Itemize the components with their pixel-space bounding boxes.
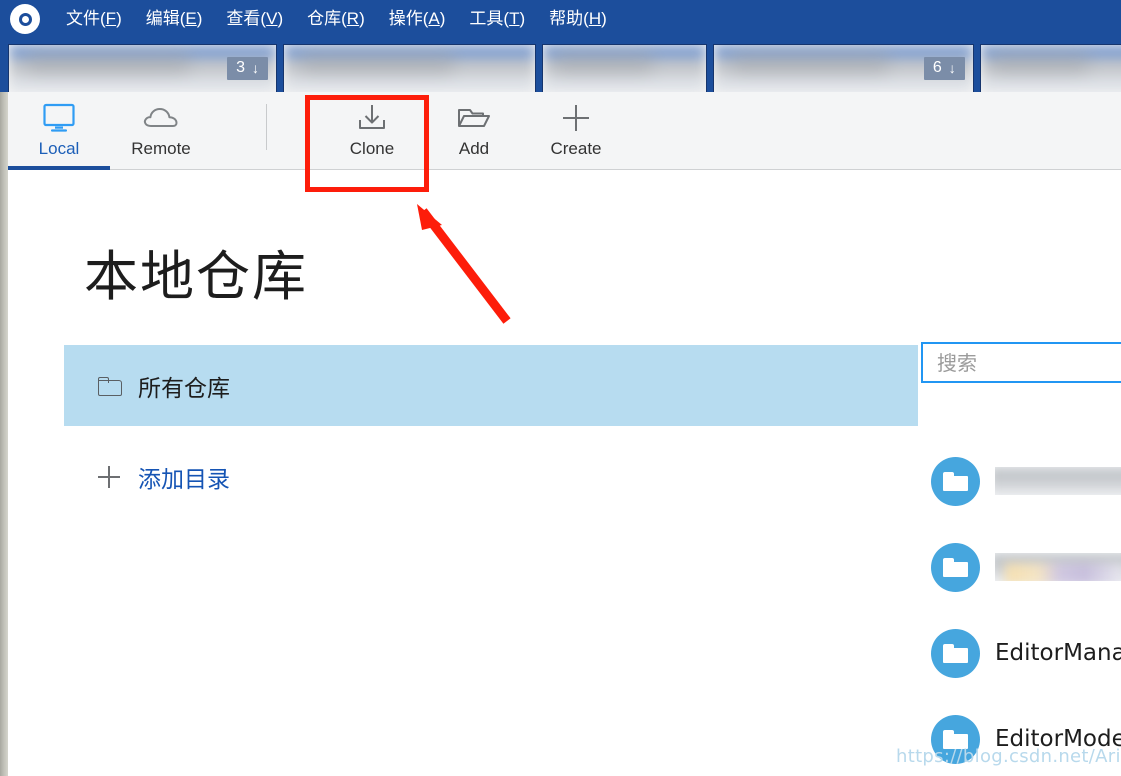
menu-item-help-accel: H bbox=[588, 9, 602, 28]
menu-item-actions-text: 操作( bbox=[388, 9, 429, 28]
monitor-icon bbox=[42, 99, 76, 137]
folder-open-icon bbox=[456, 99, 492, 137]
list-item[interactable] bbox=[918, 438, 1121, 524]
menu-item-repository-accel: R bbox=[346, 9, 360, 28]
toolbar-label-local: Local bbox=[38, 139, 80, 158]
menu-item-edit-accel: E bbox=[185, 9, 197, 28]
toolbar-label-clone: Clone bbox=[349, 139, 395, 158]
menu-item-view-accel: V bbox=[266, 9, 278, 28]
repo-name-redacted bbox=[995, 467, 1121, 495]
plus-icon bbox=[98, 466, 120, 488]
toolbar-button-add[interactable]: Add bbox=[423, 92, 525, 164]
add-directory-label: 添加目录 bbox=[138, 467, 230, 493]
repo-name-redacted bbox=[995, 553, 1121, 581]
toolbar-label-remote: Remote bbox=[131, 139, 191, 158]
menu-item-view-text: 查看( bbox=[226, 9, 267, 28]
menu-item-tools-text: 工具( bbox=[469, 9, 510, 28]
repository-list: EditorMana EditorMode bbox=[918, 438, 1121, 776]
toolbar-button-local[interactable]: Local bbox=[8, 92, 110, 170]
tab-badge: 3 ↓ bbox=[227, 57, 269, 80]
repo-name: EditorMana bbox=[995, 640, 1121, 666]
tab-badge-count: 3 bbox=[236, 59, 246, 76]
main-toolbar: Local Remote Clone Add Create bbox=[8, 92, 1121, 170]
repo-folder-icon bbox=[931, 542, 980, 592]
down-arrow-icon: ↓ bbox=[252, 60, 260, 76]
page-title: 本地仓库 bbox=[84, 245, 308, 308]
repository-tab[interactable] bbox=[283, 44, 537, 92]
repo-group-label: 所有仓库 bbox=[138, 375, 230, 402]
menu-item-tools-accel: T bbox=[509, 9, 520, 28]
menu-item-actions-accel: A bbox=[428, 9, 440, 28]
toolbar-button-clone[interactable]: Clone bbox=[321, 92, 423, 164]
menu-item-repository[interactable]: 仓库(R) bbox=[295, 0, 377, 38]
repository-tab[interactable] bbox=[979, 44, 1121, 92]
menu-item-edit[interactable]: 编辑(E) bbox=[134, 0, 215, 38]
tab-strip: 3 ↓ 6 ↓ bbox=[0, 38, 1121, 92]
plus-icon bbox=[561, 99, 591, 137]
toolbar-separator bbox=[266, 104, 267, 150]
window-left-edge bbox=[0, 92, 8, 776]
down-arrow-icon: ↓ bbox=[948, 60, 956, 76]
toolbar-label-create: Create bbox=[550, 139, 602, 158]
repo-folder-icon bbox=[931, 456, 980, 506]
repository-tab[interactable] bbox=[542, 44, 708, 92]
watermark: https://blog.csdn.net/Aries_H bbox=[896, 746, 1121, 767]
menu-bar: 文件(F) 编辑(E) 查看(V) 仓库(R) 操作(A) 工具(T) 帮助(H… bbox=[0, 0, 1121, 38]
redacted-tab-title bbox=[980, 45, 1121, 92]
list-item[interactable] bbox=[918, 524, 1121, 610]
menu-item-help[interactable]: 帮助(H) bbox=[537, 0, 619, 38]
menu-item-file-accel: F bbox=[105, 9, 117, 28]
repository-tab[interactable]: 6 ↓ bbox=[713, 44, 974, 92]
repo-folder-icon bbox=[931, 628, 980, 678]
cloud-icon bbox=[142, 99, 180, 137]
repository-tab[interactable]: 3 ↓ bbox=[8, 44, 278, 92]
menu-item-file-text: 文件( bbox=[66, 9, 106, 28]
active-tab-indicator bbox=[8, 166, 110, 170]
toolbar-button-create[interactable]: Create bbox=[525, 92, 627, 164]
add-directory-button[interactable]: 添加目录 bbox=[64, 460, 230, 494]
repo-group-all-repositories[interactable]: 所有仓库 bbox=[64, 345, 924, 426]
application-window: 文件(F) 编辑(E) 查看(V) 仓库(R) 操作(A) 工具(T) 帮助(H… bbox=[0, 0, 1121, 776]
menu-item-file[interactable]: 文件(F) bbox=[54, 0, 134, 38]
list-item[interactable]: EditorMana bbox=[918, 610, 1121, 696]
repository-side-panel: EditorMana EditorMode bbox=[918, 170, 1121, 776]
toolbar-label-add: Add bbox=[458, 139, 490, 158]
search-input[interactable] bbox=[923, 344, 1121, 381]
app-logo-icon bbox=[10, 4, 40, 34]
tab-badge: 6 ↓ bbox=[923, 57, 965, 80]
menu-item-edit-text: 编辑( bbox=[145, 9, 186, 28]
search-box[interactable] bbox=[921, 342, 1121, 383]
menu-item-help-text: 帮助( bbox=[549, 9, 589, 28]
redacted-tab-title bbox=[543, 45, 707, 92]
redacted-tab-title bbox=[284, 45, 536, 92]
menu-item-view[interactable]: 查看(V) bbox=[214, 0, 295, 38]
menu-item-actions[interactable]: 操作(A) bbox=[377, 0, 458, 38]
download-icon bbox=[356, 99, 388, 137]
menu-item-tools[interactable]: 工具(T) bbox=[457, 0, 537, 38]
menu-item-repository-text: 仓库( bbox=[307, 9, 347, 28]
folder-icon bbox=[98, 377, 122, 396]
tab-badge-count: 6 bbox=[932, 59, 942, 76]
toolbar-button-remote[interactable]: Remote bbox=[110, 92, 212, 164]
